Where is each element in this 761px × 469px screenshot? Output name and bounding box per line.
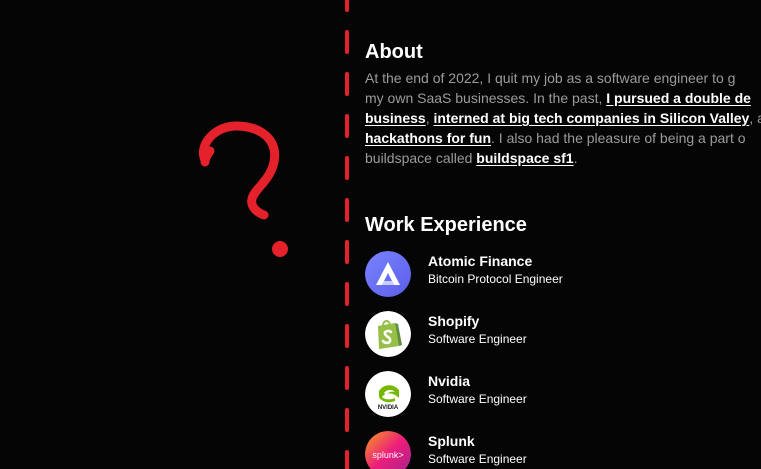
job-role: Software Engineer: [428, 392, 527, 406]
atomic-finance-logo-icon: [365, 251, 411, 297]
question-mark-icon: [199, 121, 288, 257]
about-text-segment: .: [573, 150, 578, 166]
splunk-logo-text: splunk>: [372, 450, 403, 460]
about-text-segment: . I also had the pleasure of being a par…: [491, 130, 746, 146]
about-link[interactable]: interned at big tech companies in Silico…: [433, 110, 749, 126]
about-line: business, interned at big tech companies…: [365, 108, 761, 128]
nvidia-logo-text: NVIDIA: [378, 405, 399, 411]
job-company: Atomic Finance: [428, 253, 533, 269]
about-text-segment: buildspace called: [365, 150, 477, 166]
about-link[interactable]: buildspace sf1: [476, 150, 573, 166]
job-item-splunk[interactable]: splunk> Splunk Software Engineer: [365, 431, 761, 469]
about-text-segment: my own SaaS businesses. In the past,: [365, 90, 607, 106]
job-role: Software Engineer: [428, 452, 527, 466]
job-item-atomic-finance[interactable]: Atomic Finance Bitcoin Protocol Engineer: [365, 251, 761, 311]
job-role: Software Engineer: [428, 332, 527, 346]
job-company: Nvidia: [428, 373, 471, 389]
nvidia-logo-icon: NVIDIA: [365, 371, 411, 417]
work-experience-list: Atomic Finance Bitcoin Protocol Engineer…: [365, 251, 761, 469]
about-link[interactable]: hackathons for fun: [365, 130, 491, 146]
dashed-divider-line: [345, 0, 349, 469]
about-title: About: [365, 41, 423, 63]
about-line: At the end of 2022, I quit my job as a s…: [365, 68, 761, 88]
about-text-segment: At the end of 2022, I quit my job as a s…: [365, 70, 736, 86]
job-role: Bitcoin Protocol Engineer: [428, 272, 563, 286]
about-line: buildspace called buildspace sf1.: [365, 148, 761, 168]
main-content: About At the end of 2022, I quit my job …: [365, 40, 761, 469]
page: About At the end of 2022, I quit my job …: [0, 0, 761, 469]
about-link[interactable]: business: [365, 110, 426, 126]
job-item-nvidia[interactable]: NVIDIA Nvidia Software Engineer: [365, 371, 761, 431]
job-company: Shopify: [428, 313, 480, 329]
shopify-logo-icon: [365, 311, 411, 357]
job-company: Splunk: [428, 433, 475, 449]
about-line: my own SaaS businesses. In the past, I p…: [365, 88, 761, 108]
about-paragraph: At the end of 2022, I quit my job as a s…: [365, 68, 761, 168]
about-link[interactable]: I pursued a double de: [606, 90, 751, 106]
work-experience-title: Work Experience: [365, 214, 527, 236]
about-text-segment: , a: [749, 110, 761, 126]
about-line: hackathons for fun. I also had the pleas…: [365, 128, 761, 148]
splunk-logo-icon: splunk>: [365, 431, 411, 469]
job-item-shopify[interactable]: Shopify Software Engineer: [365, 311, 761, 371]
